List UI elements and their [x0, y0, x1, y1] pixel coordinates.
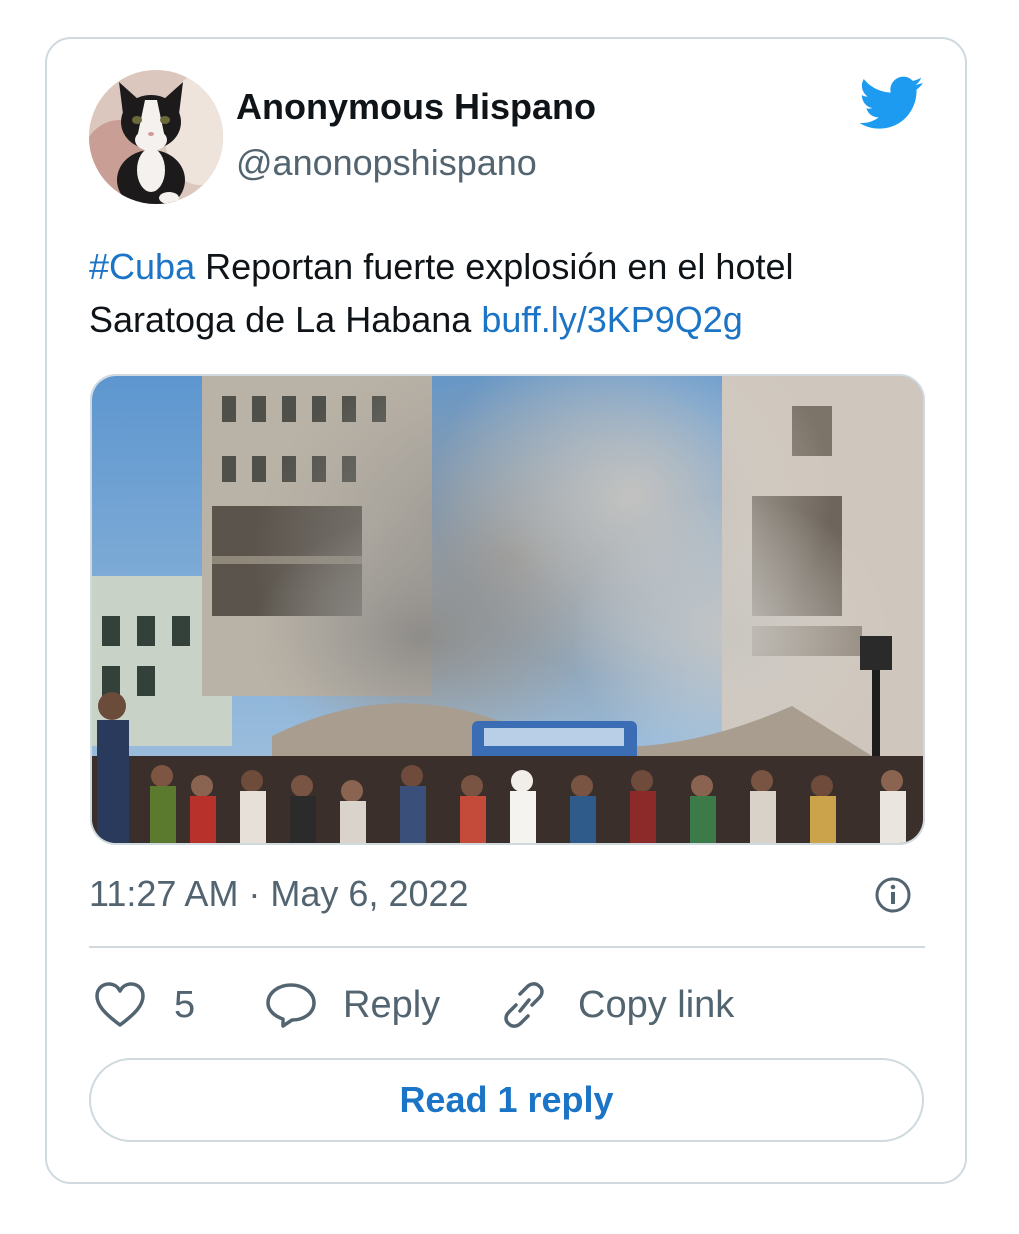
author-handle[interactable]: @anonopshispano [236, 142, 537, 184]
read-replies-button[interactable]: Read 1 reply [89, 1058, 924, 1142]
like-action[interactable]: 5 [94, 980, 195, 1030]
twitter-bird-icon[interactable] [860, 76, 924, 130]
hashtag-link[interactable]: #Cuba [89, 246, 195, 287]
copy-link-action[interactable]: Copy link [498, 980, 734, 1030]
short-url-link[interactable]: buff.ly/3KP9Q2g [481, 299, 743, 340]
tweet-media-photo[interactable] [90, 374, 925, 845]
speech-bubble-icon [266, 983, 316, 1028]
link-icon [504, 982, 544, 1028]
tweet-timestamp[interactable]: 11:27 AM · May 6, 2022 [89, 873, 469, 915]
explosion-photo [92, 376, 923, 843]
tweet-text-line1: Reportan fuerte explosión en el hotel [195, 246, 794, 287]
tweet-text: #Cuba Reportan fuerte explosión en el ho… [89, 240, 919, 346]
reply-action[interactable]: Reply [265, 980, 440, 1030]
author-avatar[interactable] [89, 70, 223, 204]
tweet-text-line2: Saratoga de La Habana [89, 299, 482, 340]
author-name[interactable]: Anonymous Hispano [236, 86, 596, 128]
copy-link-label: Copy link [578, 983, 735, 1026]
reply-label: Reply [343, 983, 441, 1026]
divider [89, 946, 925, 948]
info-icon[interactable] [874, 876, 912, 914]
heart-icon [95, 982, 145, 1027]
cat-avatar-image [89, 70, 223, 204]
like-count: 5 [174, 983, 196, 1026]
